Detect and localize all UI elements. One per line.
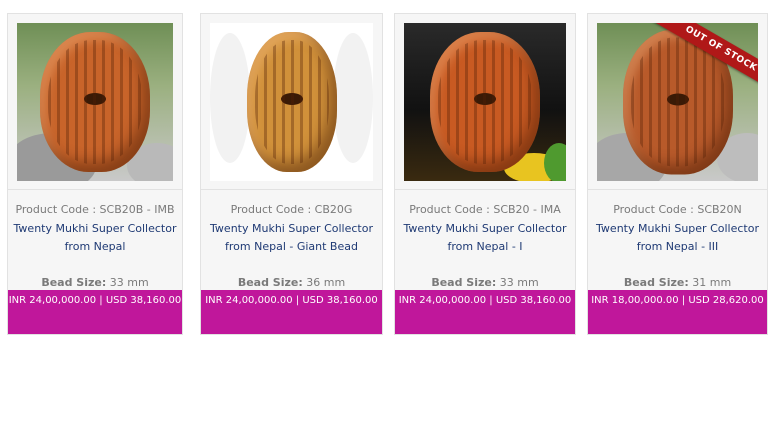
product-info: Product Code : SCB20 - IMA Twenty Mukhi … bbox=[395, 189, 575, 293]
bead-size-value: 31 mm bbox=[692, 276, 732, 289]
bead-size: Bead Size: 33 mm bbox=[8, 276, 182, 289]
bead-size: Bead Size: 33 mm bbox=[395, 276, 575, 289]
product-image[interactable] bbox=[210, 23, 373, 181]
product-image[interactable]: OUT OF STOCK bbox=[597, 23, 758, 181]
product-info: Product Code : SCB20N Twenty Mukhi Super… bbox=[588, 189, 767, 293]
product-image[interactable] bbox=[17, 23, 173, 181]
rudraksha-bead-icon bbox=[246, 32, 337, 172]
product-code: Product Code : SCB20B - IMB bbox=[15, 203, 175, 216]
product-code: Product Code : CB20G bbox=[230, 203, 353, 216]
bead-size-label: Bead Size: bbox=[431, 276, 497, 289]
product-info: Product Code : SCB20B - IMB Twenty Mukhi… bbox=[8, 189, 182, 293]
product-image[interactable] bbox=[404, 23, 566, 181]
price-bar: INR 24,00,000.00 | USD 38,160.00 bbox=[395, 290, 575, 334]
price-bar: INR 18,00,000.00 | USD 28,620.00 bbox=[588, 290, 767, 334]
product-card[interactable]: Product Code : SCB20B - IMB Twenty Mukhi… bbox=[7, 13, 183, 335]
bead-size-value: 33 mm bbox=[499, 276, 539, 289]
rudraksha-bead-icon bbox=[430, 32, 540, 172]
bead-size-value: 36 mm bbox=[306, 276, 346, 289]
bead-size-label: Bead Size: bbox=[237, 276, 303, 289]
background-figure-shape bbox=[210, 33, 250, 163]
product-code: Product Code : SCB20 - IMA bbox=[409, 203, 561, 216]
product-code: Product Code : SCB20N bbox=[613, 203, 742, 216]
price-bar: INR 24,00,000.00 | USD 38,160.00 bbox=[8, 290, 182, 334]
product-name-link[interactable]: Twenty Mukhi Super Collector from Nepal … bbox=[590, 220, 765, 256]
product-info: Product Code : CB20G Twenty Mukhi Super … bbox=[201, 189, 382, 293]
product-name-link[interactable]: Twenty Mukhi Super Collector from Nepal bbox=[10, 220, 180, 256]
product-name-link[interactable]: Twenty Mukhi Super Collector from Nepal … bbox=[397, 220, 573, 256]
background-figure-shape bbox=[333, 33, 373, 163]
rudraksha-bead-icon bbox=[40, 32, 150, 172]
price-bar: INR 24,00,000.00 | USD 38,160.00 bbox=[201, 290, 382, 334]
bead-size-label: Bead Size: bbox=[623, 276, 689, 289]
bead-size: Bead Size: 31 mm bbox=[588, 276, 767, 289]
leaf-shape bbox=[544, 143, 566, 181]
product-grid: Product Code : SCB20B - IMB Twenty Mukhi… bbox=[7, 13, 777, 335]
product-card[interactable]: Product Code : SCB20 - IMA Twenty Mukhi … bbox=[394, 13, 576, 335]
bead-size-label: Bead Size: bbox=[41, 276, 107, 289]
product-card[interactable]: OUT OF STOCK Product Code : SCB20N Twent… bbox=[587, 13, 768, 335]
bead-size-value: 33 mm bbox=[109, 276, 149, 289]
bead-size: Bead Size: 36 mm bbox=[201, 276, 382, 289]
product-name-link[interactable]: Twenty Mukhi Super Collector from Nepal … bbox=[203, 220, 380, 256]
product-card[interactable]: Product Code : CB20G Twenty Mukhi Super … bbox=[200, 13, 383, 335]
